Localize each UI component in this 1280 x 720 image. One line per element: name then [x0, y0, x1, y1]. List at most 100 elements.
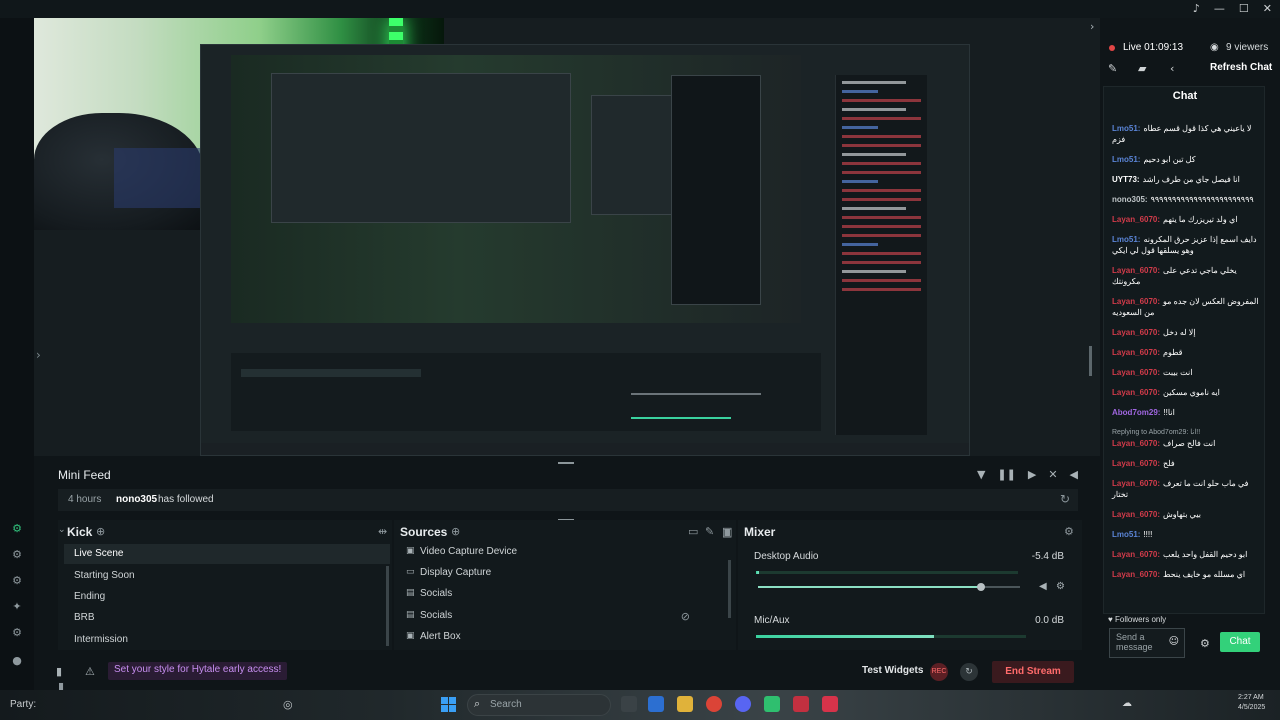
sources-scrollbar[interactable]: [728, 560, 731, 618]
chat-username[interactable]: Layan_6070:: [1112, 439, 1160, 448]
notification-icon[interactable]: ♪: [1193, 2, 1200, 15]
chat-scrollbar[interactable]: [1264, 562, 1265, 602]
scenes-scrollbar[interactable]: [386, 566, 389, 646]
mute-alerts-icon[interactable]: ✕: [1048, 468, 1057, 481]
chat-settings-icon[interactable]: ⚙: [1200, 637, 1210, 650]
chat-username[interactable]: Layan_6070:: [1112, 328, 1160, 337]
chat-username[interactable]: Layan_6070:: [1112, 510, 1160, 519]
task-view-icon[interactable]: [621, 696, 637, 712]
scene-item[interactable]: Ending: [64, 587, 390, 607]
profile-icon[interactable]: ●: [10, 654, 24, 668]
hidden-eye-icon[interactable]: ⊘: [681, 610, 690, 623]
chat-message: Layan_6070: فلح: [1112, 458, 1260, 469]
chat-username[interactable]: nono305:: [1112, 195, 1148, 204]
scene-item[interactable]: Starting Soon: [64, 566, 390, 586]
repeat-alert-icon[interactable]: ↻: [1060, 492, 1070, 506]
chat-message-list[interactable]: Lmo51: لا ياعيني هي كذا قول قسم عطاه فزم L…: [1112, 123, 1260, 589]
filter-icon[interactable]: ▼: [977, 468, 985, 481]
skip-icon[interactable]: ▶: [1028, 468, 1036, 481]
scene-collection-title[interactable]: Kick: [67, 525, 92, 539]
emoji-icon[interactable]: ☺: [1169, 637, 1179, 647]
chat-username[interactable]: Layan_6070:: [1112, 479, 1160, 488]
taskbar-search[interactable]: ⌕ Search: [467, 694, 611, 716]
remove-source-icon[interactable]: ✎: [705, 525, 714, 538]
chevron-right-icon[interactable]: ›: [1090, 20, 1094, 33]
party-icon[interactable]: ◎: [283, 698, 293, 711]
source-item[interactable]: ▭ Display Capture: [400, 563, 724, 583]
chat-username[interactable]: Layan_6070:: [1112, 388, 1160, 397]
source-item[interactable]: ▣ Video Capture Device: [400, 542, 724, 562]
chat-username[interactable]: UYT73:: [1112, 175, 1140, 184]
channel-settings-icon[interactable]: ⚙: [1056, 581, 1065, 592]
scene-transitions-icon[interactable]: ⇹: [378, 525, 387, 538]
mixer-settings-icon[interactable]: ⚙: [1064, 525, 1074, 538]
source-item[interactable]: ▤ Socials ⊘: [400, 606, 724, 626]
volume-slider-thumb[interactable]: [976, 583, 985, 591]
add-source-icon[interactable]: ⊕: [451, 525, 460, 538]
chat-username[interactable]: Lmo51:: [1112, 155, 1140, 164]
refresh-chat-button[interactable]: Refresh Chat: [1210, 62, 1272, 73]
warning-icon[interactable]: ⚠: [85, 665, 95, 678]
add-scene-icon[interactable]: ⊕: [96, 525, 105, 538]
chat-username[interactable]: Layan_6070:: [1112, 297, 1160, 306]
source-item[interactable]: ▣ Alert Box: [400, 627, 724, 647]
stream-preview[interactable]: ›: [34, 18, 1100, 456]
maximize-button[interactable]: ☐: [1239, 2, 1249, 15]
pause-icon[interactable]: ❚❚: [997, 468, 1015, 481]
promo-banner[interactable]: Set your style for Hytale early access!: [108, 662, 288, 680]
chat-username[interactable]: Layan_6070:: [1112, 570, 1160, 579]
chat-username[interactable]: Abod7om29:: [1112, 408, 1160, 417]
scene-item[interactable]: Live Scene: [64, 544, 390, 564]
mirror-taskbar: [201, 443, 969, 455]
highlighter-icon[interactable]: ✦: [10, 600, 24, 614]
cloud-icon[interactable]: ☁: [1122, 698, 1132, 709]
left-nav-rail: ⚙ ⚙ ⚙ ✦ ⚙ ● ▮: [0, 18, 64, 693]
close-button[interactable]: ✕: [1263, 2, 1272, 15]
end-stream-button[interactable]: End Stream: [992, 661, 1074, 683]
chat-username[interactable]: Lmo51:: [1112, 530, 1140, 539]
share-icon[interactable]: ‹: [1170, 62, 1174, 75]
chair: [114, 148, 204, 208]
chevron-right-icon[interactable]: ›: [36, 348, 41, 362]
mirror-minifeed: [231, 327, 821, 343]
edit-stream-info-icon[interactable]: ✎: [1108, 62, 1117, 75]
file-explorer-icon[interactable]: [677, 696, 693, 712]
kick-icon[interactable]: [764, 696, 780, 712]
chat-username[interactable]: Layan_6070:: [1112, 368, 1160, 377]
volume-icon[interactable]: ◀: [1070, 468, 1078, 481]
apps-icon[interactable]: ⚙: [10, 574, 24, 588]
chrome-icon[interactable]: [706, 696, 722, 712]
scene-item[interactable]: Intermission: [64, 630, 390, 650]
chat-username[interactable]: Layan_6070:: [1112, 266, 1160, 275]
chat-username[interactable]: Layan_6070:: [1112, 550, 1160, 559]
source-item[interactable]: ▤ Socials: [400, 584, 724, 604]
settings-icon[interactable]: ⚙: [10, 626, 24, 640]
windows-start-icon[interactable]: [441, 697, 456, 712]
themes-icon[interactable]: ⚙: [10, 548, 24, 562]
app-icon[interactable]: [822, 696, 838, 712]
mute-icon[interactable]: ◀: [1039, 581, 1047, 592]
editor-icon[interactable]: ⚙: [10, 522, 24, 536]
record-button[interactable]: REC: [930, 663, 948, 681]
chat-input[interactable]: Send a message ☺: [1109, 628, 1185, 658]
minimize-button[interactable]: —: [1214, 2, 1225, 15]
replay-buffer-button[interactable]: ↻: [960, 663, 978, 681]
store-icon[interactable]: [648, 696, 664, 712]
performance-icon[interactable]: ▮: [56, 665, 62, 678]
chat-username[interactable]: Layan_6070:: [1112, 348, 1160, 357]
streamlabs-icon[interactable]: [793, 696, 809, 712]
chat-username[interactable]: Lmo51:: [1112, 235, 1140, 244]
highlight-icon[interactable]: ▰: [1138, 62, 1146, 75]
test-widgets-button[interactable]: Test Widgets: [862, 665, 923, 676]
scene-item[interactable]: BRB: [64, 608, 390, 628]
event-user[interactable]: nono305: [116, 494, 157, 505]
collapse-icon[interactable]: ⌄: [58, 525, 66, 535]
preview-scrollbar[interactable]: [1089, 346, 1092, 376]
chat-username[interactable]: Layan_6070:: [1112, 215, 1160, 224]
folder-add-icon[interactable]: ▭: [688, 525, 698, 538]
discord-icon[interactable]: [735, 696, 751, 712]
chat-username[interactable]: Lmo51:: [1112, 124, 1140, 133]
taskbar-clock[interactable]: 2:27 AM 4/5/2025: [1238, 693, 1265, 713]
chat-send-button[interactable]: Chat: [1220, 632, 1260, 652]
chat-username[interactable]: Layan_6070:: [1112, 459, 1160, 468]
